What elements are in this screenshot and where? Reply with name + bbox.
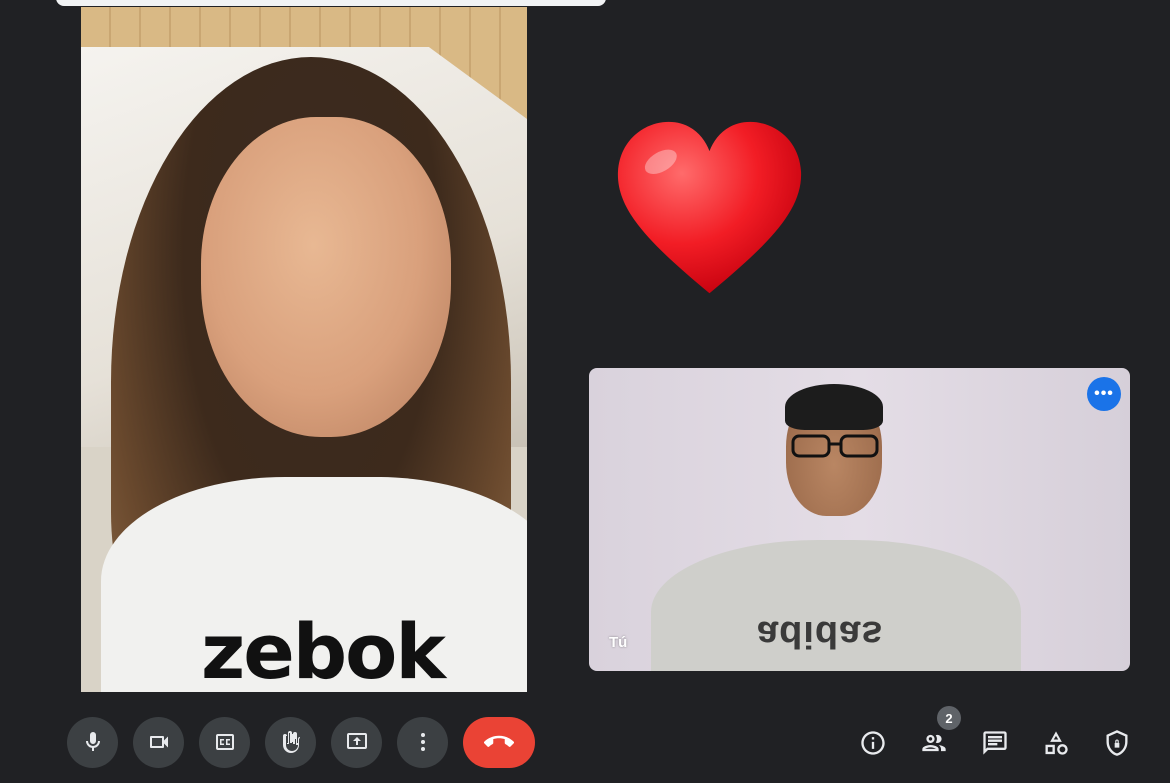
end-call-icon xyxy=(484,735,514,747)
people-count-badge: 2 xyxy=(937,706,961,730)
present-icon xyxy=(346,733,367,749)
host-controls-button[interactable] xyxy=(1100,726,1134,760)
people-icon xyxy=(922,734,946,752)
self-shirt-print: adidas xyxy=(757,613,884,655)
people-button[interactable]: 2 xyxy=(917,706,961,760)
more-options-button[interactable]: ••• xyxy=(1087,377,1121,411)
captions-icon xyxy=(215,734,234,750)
meeting-details-button[interactable] xyxy=(856,726,890,760)
end-call-button[interactable] xyxy=(463,716,535,768)
host-controls-icon xyxy=(1106,730,1128,756)
microphone-button[interactable] xyxy=(67,716,118,768)
shirt-print-text: zebok xyxy=(201,607,446,692)
activities-button[interactable] xyxy=(1039,726,1073,760)
more-horiz-icon: ••• xyxy=(1094,385,1114,402)
more-vert-icon xyxy=(420,733,425,751)
meeting-tools: 2 xyxy=(856,706,1134,761)
captions-button[interactable] xyxy=(199,716,250,768)
self-hair xyxy=(785,384,883,430)
info-icon xyxy=(861,731,885,755)
raise-hand-button[interactable] xyxy=(265,716,316,768)
camera-icon xyxy=(149,736,168,748)
activities-icon xyxy=(1045,731,1068,755)
call-controls xyxy=(67,716,535,768)
chat-button[interactable] xyxy=(978,726,1012,760)
raise-hand-icon xyxy=(282,731,300,753)
present-button[interactable] xyxy=(331,716,382,768)
mic-icon xyxy=(85,732,100,751)
participant-video-tile[interactable]: zebok xyxy=(81,7,527,692)
camera-button[interactable] xyxy=(133,716,184,768)
more-options-menu-button[interactable] xyxy=(397,716,448,768)
chat-icon xyxy=(983,731,1007,755)
heart-reaction-icon xyxy=(617,121,802,294)
self-video-tile[interactable]: adidas Tú ••• xyxy=(589,368,1130,671)
self-name-label: Tú xyxy=(609,634,628,651)
top-banner xyxy=(56,0,606,6)
glasses xyxy=(791,434,879,458)
participant-face xyxy=(201,117,451,437)
